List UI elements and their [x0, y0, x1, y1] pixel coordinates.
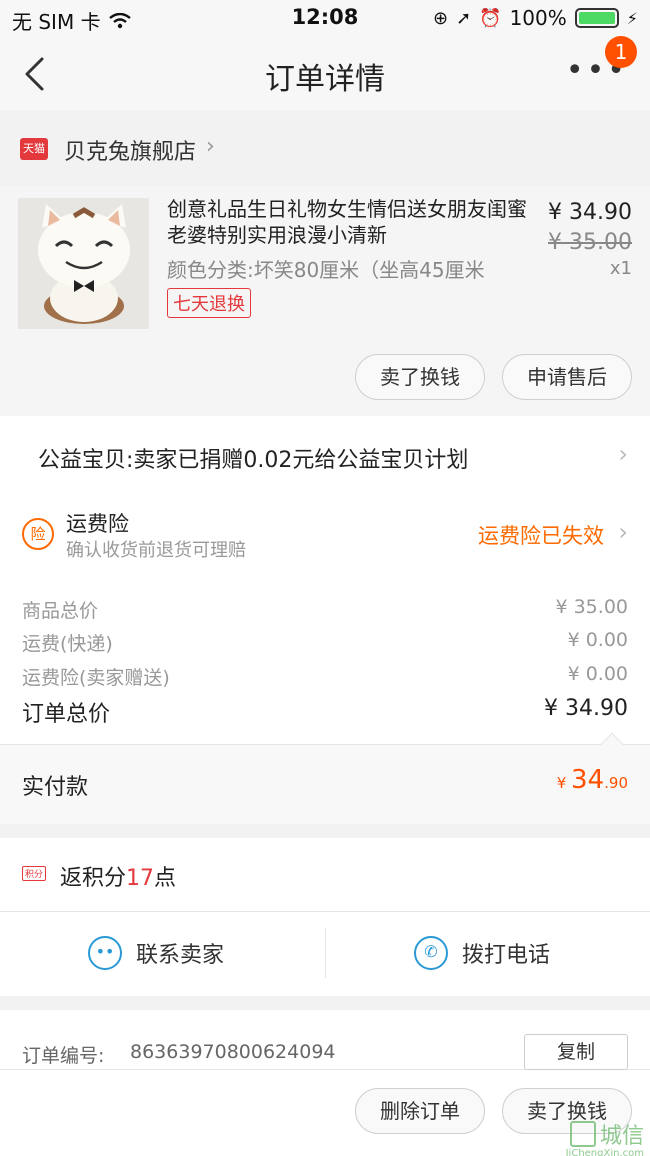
call-phone-button[interactable]: ✆ 拨打电话: [414, 936, 550, 970]
product-card: 创意礼品生日礼物女生情侣送女朋友闺蜜老婆特别实用浪漫小清新 颜色分类:坏笑80厘…: [0, 186, 650, 416]
order-total-row: 订单总价 ¥ 34.90: [22, 696, 628, 727]
chevron-right-icon: ›: [618, 518, 628, 546]
status-right: ⊕ ➚ ⏰ 100% ⚡: [433, 6, 638, 30]
product-title[interactable]: 创意礼品生日礼物女生情侣送女朋友闺蜜老婆特别实用浪漫小清新: [167, 196, 532, 248]
return-policy-badge: 七天退换: [167, 288, 251, 318]
paid-amount: ¥ 34.90: [556, 765, 628, 795]
order-number: 86363970800624094: [130, 1041, 336, 1063]
product-sku: 颜色分类:坏笑80厘米（坐高45厘米: [167, 258, 485, 282]
status-bar: 无 SIM 卡 12:08 ⊕ ➚ ⏰ 100% ⚡: [0, 0, 650, 38]
product-original-price: ¥ 35.00: [548, 230, 632, 255]
insurance-title: 运费险: [66, 512, 129, 536]
after-sale-button[interactable]: 申请售后: [502, 354, 632, 400]
bottom-action-bar: 删除订单 卖了换钱 城信 JiChengXin.com: [0, 1070, 650, 1156]
page-title: 订单详情: [265, 62, 385, 97]
sell-button[interactable]: 卖了换钱: [355, 354, 485, 400]
chat-icon: ••: [88, 936, 122, 970]
paid-amount-row: 实付款 ¥ 34.90: [0, 732, 650, 824]
points-text: 返积分17点: [60, 866, 177, 891]
battery-percent: 100%: [509, 6, 567, 30]
price-row-insurance: 运费险(卖家赠送) ¥ 0.00: [22, 663, 628, 689]
order-number-label: 订单编号:: [22, 1045, 105, 1067]
copy-button[interactable]: 复制: [524, 1034, 628, 1070]
battery-icon: [574, 8, 619, 28]
contact-seller-button[interactable]: •• 联系卖家: [88, 936, 224, 970]
delete-order-button[interactable]: 删除订单: [355, 1088, 485, 1134]
price-row-goods: 商品总价 ¥ 35.00: [22, 596, 628, 622]
phone-icon: ✆: [414, 936, 448, 970]
store-name: 贝克兔旗舰店: [64, 140, 197, 165]
divider: [325, 928, 326, 978]
watermark-logo-icon: [569, 1121, 596, 1147]
charity-row[interactable]: 公益宝贝:卖家已捐赠0.02元给公益宝贝计划 ›: [0, 416, 650, 494]
store-row[interactable]: 天猫 贝克兔旗舰店 ›: [0, 110, 650, 186]
chevron-right-icon: ›: [618, 440, 628, 468]
charity-text: 公益宝贝:卖家已捐赠0.02元给公益宝贝计划: [38, 448, 469, 473]
location-icon: ➚: [456, 7, 472, 29]
notification-badge: 1: [605, 36, 637, 68]
insurance-subtitle: 确认收货前退货可理赔: [66, 540, 246, 561]
paid-label: 实付款: [22, 775, 89, 800]
product-quantity: x1: [609, 258, 632, 279]
price-row-shipping: 运费(快递) ¥ 0.00: [22, 629, 628, 655]
points-icon: 积分: [22, 866, 47, 881]
price-breakdown: 商品总价 ¥ 35.00 运费(快递) ¥ 0.00 运费险(卖家赠送) ¥ 0…: [0, 576, 650, 744]
points-row: 积分 返积分17点: [0, 838, 650, 912]
product-price: ¥ 34.90: [548, 200, 632, 225]
charging-icon: ⚡: [626, 8, 638, 28]
contact-row: •• 联系卖家 ✆ 拨打电话: [0, 912, 650, 996]
alarm-icon: ⏰: [479, 7, 502, 29]
watermark: 城信 JiChengXin.com: [566, 1118, 644, 1156]
order-number-row: 订单编号: 86363970800624094 复制: [0, 1010, 650, 1070]
insurance-status: 运费险已失效: [478, 524, 604, 548]
shipping-insurance-row[interactable]: 险 运费险 确认收货前退货可理赔 运费险已失效 ›: [0, 494, 650, 576]
insurance-icon: 险: [22, 518, 54, 550]
rotation-lock-icon: ⊕: [432, 7, 449, 29]
chevron-right-icon: ›: [206, 134, 215, 159]
tmall-logo-icon: 天猫: [20, 138, 48, 160]
nav-bar: 订单详情 ••• 1: [0, 36, 650, 110]
product-image[interactable]: [18, 198, 149, 329]
